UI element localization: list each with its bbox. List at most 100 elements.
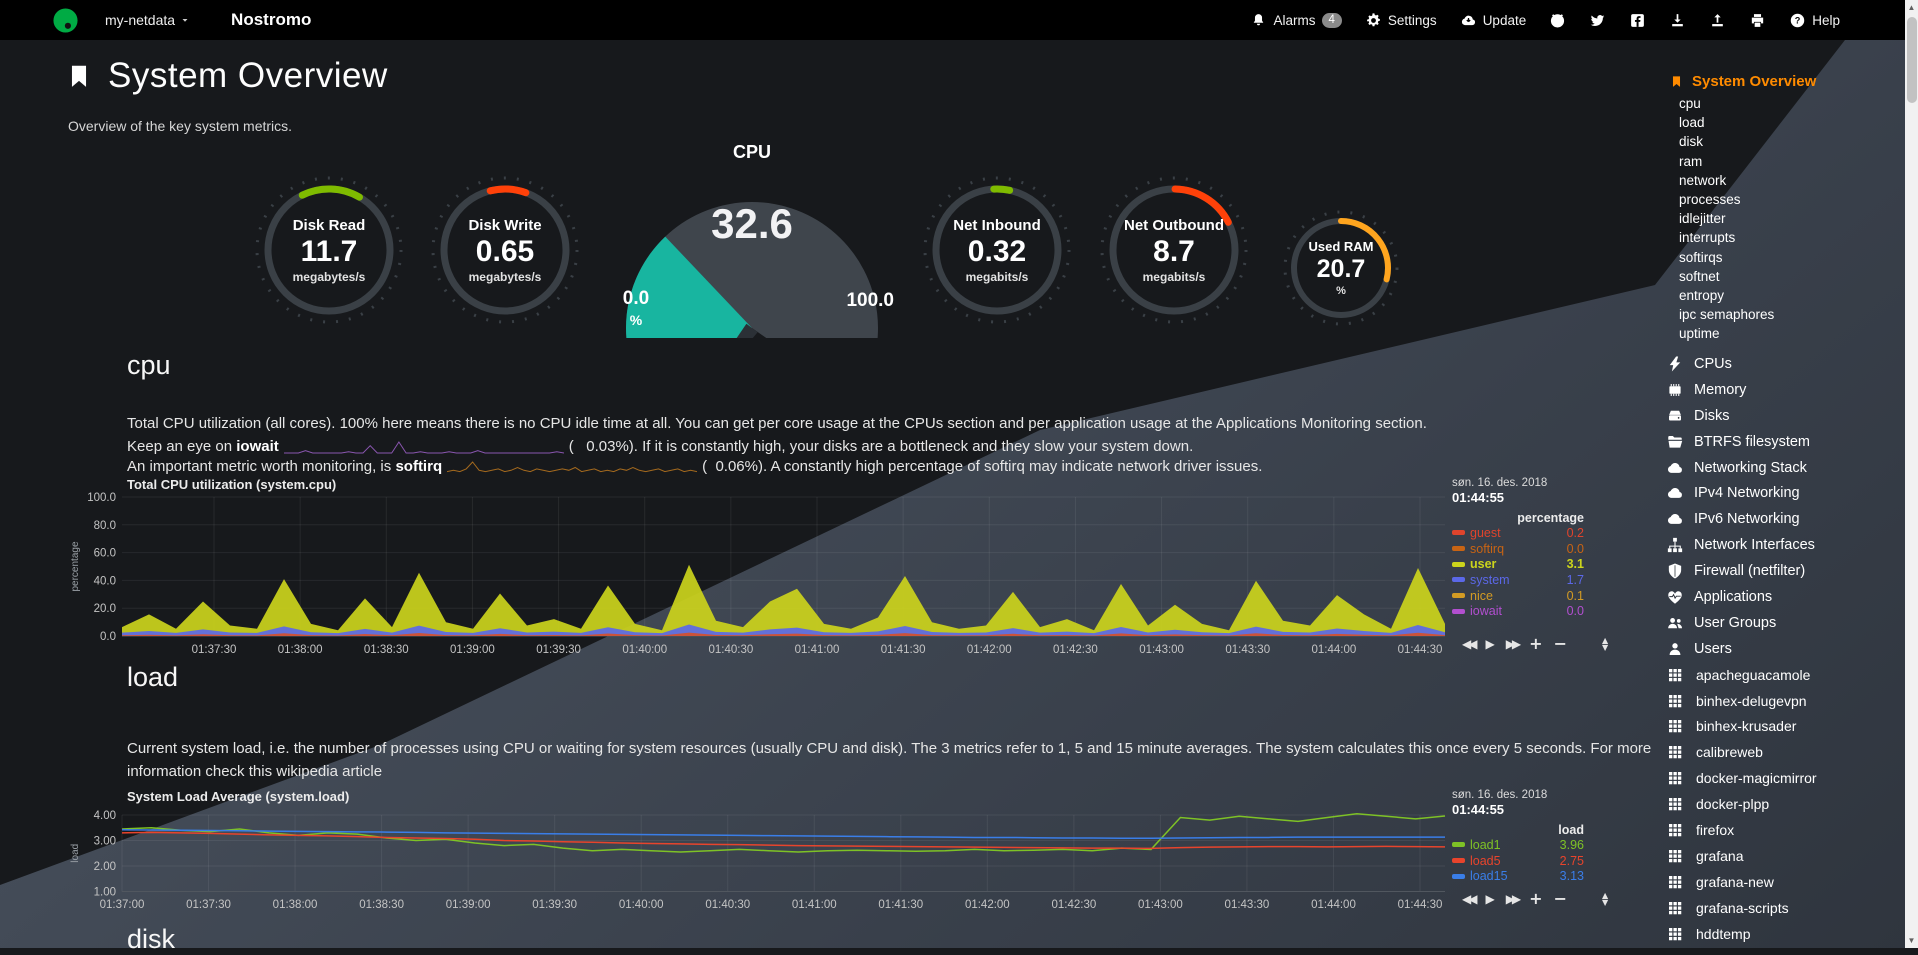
- pan-left-button[interactable]: ◀◀: [1462, 638, 1474, 650]
- grid-icon: [1667, 874, 1683, 890]
- svg-text:2.00: 2.00: [94, 861, 116, 873]
- cpu-desc-2: Keep an eye on iowait( 0.03%). If it is …: [127, 438, 1193, 455]
- gauge-title: Used RAM: [1308, 239, 1373, 254]
- load-chart[interactable]: 4.003.002.001.0001:37:0001:37:3001:38:00…: [0, 805, 1460, 917]
- sidebar-item-memory[interactable]: Memory: [1666, 377, 1817, 403]
- sidebar-item-binhex-delugevpn[interactable]: binhex-delugevpn: [1666, 688, 1817, 714]
- sidebar-item-user-groups[interactable]: User Groups: [1666, 610, 1817, 636]
- gauge-net-inbound[interactable]: Net Inbound0.32megabits/s: [918, 171, 1076, 329]
- sidebar-active-label: System Overview: [1692, 73, 1816, 90]
- gauge-units: megabytes/s: [293, 270, 366, 284]
- sidebar-item-label: Network Interfaces: [1694, 537, 1815, 553]
- sidebar-item-entropy[interactable]: entropy: [1679, 288, 1774, 307]
- netdata-logo[interactable]: [52, 7, 79, 34]
- load-chart-title: System Load Average (system.load): [127, 789, 349, 804]
- export-snapshot-button[interactable]: [1669, 12, 1686, 29]
- facebook-button[interactable]: [1629, 12, 1646, 29]
- sidebar-item-applications[interactable]: Applications: [1666, 584, 1817, 610]
- sidebar-item-load[interactable]: load: [1679, 115, 1774, 134]
- legend-item-guest[interactable]: guest0.2: [1452, 525, 1584, 541]
- help-button[interactable]: ? Help: [1789, 12, 1840, 29]
- sidebar-item-firefox[interactable]: firefox: [1666, 817, 1817, 843]
- sidebar-item-docker-plpp[interactable]: docker-plpp: [1666, 791, 1817, 817]
- softirq-sparkline: [447, 460, 697, 475]
- zoom-in-button[interactable]: +: [1529, 636, 1542, 652]
- twitter-button[interactable]: [1589, 12, 1606, 29]
- legend-item-iowait[interactable]: iowait0.0: [1452, 603, 1584, 619]
- sidebar-item-firewall-netfilter-[interactable]: Firewall (netfilter): [1666, 558, 1817, 584]
- sidebar-item-hddtemp[interactable]: hddtemp: [1666, 921, 1817, 947]
- legend-item-load5[interactable]: load52.75: [1452, 853, 1584, 869]
- gauge-net-outbound[interactable]: Net Outbound8.7megabits/s: [1095, 171, 1253, 329]
- legend-item-user[interactable]: user3.1: [1452, 556, 1584, 572]
- sidebar-item-ipv6-networking[interactable]: IPv6 Networking: [1666, 506, 1817, 532]
- legend-item-load15[interactable]: load153.13: [1452, 868, 1584, 884]
- sidebar-item-users[interactable]: Users: [1666, 636, 1817, 662]
- zoom-out-button[interactable]: −: [1554, 636, 1567, 652]
- svg-text:01:39:30: 01:39:30: [532, 899, 577, 911]
- sidebar-item-disk[interactable]: disk: [1679, 134, 1774, 153]
- sidebar-item-apacheguacamole[interactable]: apacheguacamole: [1666, 662, 1817, 688]
- sidebar-item-softnet[interactable]: softnet: [1679, 269, 1774, 288]
- zoom-in-button[interactable]: +: [1529, 891, 1542, 907]
- gauge-title: Net Outbound: [1124, 217, 1224, 234]
- sidebar-item-ram[interactable]: ram: [1679, 154, 1774, 173]
- settings-button[interactable]: Settings: [1365, 12, 1437, 29]
- zoom-out-button[interactable]: −: [1554, 891, 1567, 907]
- pan-right-button[interactable]: ▶▶: [1506, 893, 1518, 905]
- scroll-up-button[interactable]: ▲: [1905, 0, 1918, 15]
- github-button[interactable]: [1549, 12, 1566, 29]
- sidebar-item-grafana-scripts[interactable]: grafana-scripts: [1666, 895, 1817, 921]
- gauge-cpu[interactable]: CPU 32.6 0.0 % 100.0: [600, 142, 904, 342]
- sidebar-item-processes[interactable]: processes: [1679, 192, 1774, 211]
- scrollbar-thumb[interactable]: [1907, 17, 1917, 103]
- legend-item-nice[interactable]: nice0.1: [1452, 588, 1584, 604]
- gauge-used-ram[interactable]: Used RAM20.7%: [1280, 207, 1402, 329]
- sidebar-item-calibreweb[interactable]: calibreweb: [1666, 739, 1817, 765]
- sidebar-item-label: binhex-delugevpn: [1696, 693, 1807, 709]
- alarms-button[interactable]: Alarms 4: [1250, 12, 1341, 29]
- sidebar-item-grafana[interactable]: grafana: [1666, 843, 1817, 869]
- sidebar-item-network[interactable]: network: [1679, 173, 1774, 192]
- gauge-disk-read[interactable]: Disk Read11.7megabytes/s: [250, 171, 408, 329]
- legend-swatch: [1452, 562, 1465, 567]
- resize-chart-handle[interactable]: ▲▼: [1602, 637, 1608, 651]
- legend-item-softirq[interactable]: softirq0.0: [1452, 541, 1584, 557]
- svg-text:20.0: 20.0: [94, 603, 116, 615]
- resize-chart-handle[interactable]: ▲▼: [1602, 892, 1608, 906]
- import-snapshot-button[interactable]: [1709, 12, 1726, 29]
- sidebar-item-ipv4-networking[interactable]: IPv4 Networking: [1666, 480, 1817, 506]
- grid-icon: [1667, 822, 1683, 838]
- sidebar-item-idlejitter[interactable]: idlejitter: [1679, 211, 1774, 230]
- update-button[interactable]: Update: [1460, 12, 1527, 29]
- sidebar-item-system-overview[interactable]: System Overview: [1670, 73, 1816, 90]
- play-button[interactable]: ▶: [1485, 893, 1494, 905]
- legend-item-load1[interactable]: load13.96: [1452, 837, 1584, 853]
- gauge-disk-write[interactable]: Disk Write0.65megabytes/s: [426, 171, 584, 329]
- pan-right-button[interactable]: ▶▶: [1506, 638, 1518, 650]
- sidebar-item-ipc-semaphores[interactable]: ipc semaphores: [1679, 307, 1774, 326]
- sidebar-item-btrfs-filesystem[interactable]: BTRFS filesystem: [1666, 429, 1817, 455]
- pan-left-button[interactable]: ◀◀: [1462, 893, 1474, 905]
- sidebar-item-docker-magicmirror[interactable]: docker-magicmirror: [1666, 765, 1817, 791]
- sidebar-item-networking-stack[interactable]: Networking Stack: [1666, 455, 1817, 481]
- scroll-down-button[interactable]: ▼: [1905, 933, 1918, 948]
- sidebar-item-uptime[interactable]: uptime: [1679, 326, 1774, 345]
- sidebar-item-cpu[interactable]: cpu: [1679, 96, 1774, 115]
- sidebar-item-softirqs[interactable]: softirqs: [1679, 250, 1774, 269]
- sidebar-item-binhex-krusader[interactable]: binhex-krusader: [1666, 713, 1817, 739]
- sidebar-item-grafana-new[interactable]: grafana-new: [1666, 869, 1817, 895]
- hostname-dropdown[interactable]: my-netdata: [105, 12, 191, 28]
- sidebar-item-label: BTRFS filesystem: [1694, 434, 1810, 450]
- legend-item-system[interactable]: system1.7: [1452, 572, 1584, 588]
- sidebar-item-network-interfaces[interactable]: Network Interfaces: [1666, 532, 1817, 558]
- print-button[interactable]: [1749, 12, 1766, 29]
- sidebar-item-interrupts[interactable]: interrupts: [1679, 230, 1774, 249]
- cpu-chart[interactable]: 100.080.060.040.020.00.001:37:3001:38:00…: [0, 488, 1460, 663]
- vertical-scrollbar[interactable]: ▲ ▼: [1905, 0, 1918, 948]
- sidebar-item-cpus[interactable]: CPUs: [1666, 351, 1817, 377]
- play-button[interactable]: ▶: [1485, 638, 1494, 650]
- legend-swatch: [1452, 546, 1465, 551]
- svg-text:01:38:30: 01:38:30: [364, 644, 409, 656]
- sidebar-item-disks[interactable]: Disks: [1666, 403, 1817, 429]
